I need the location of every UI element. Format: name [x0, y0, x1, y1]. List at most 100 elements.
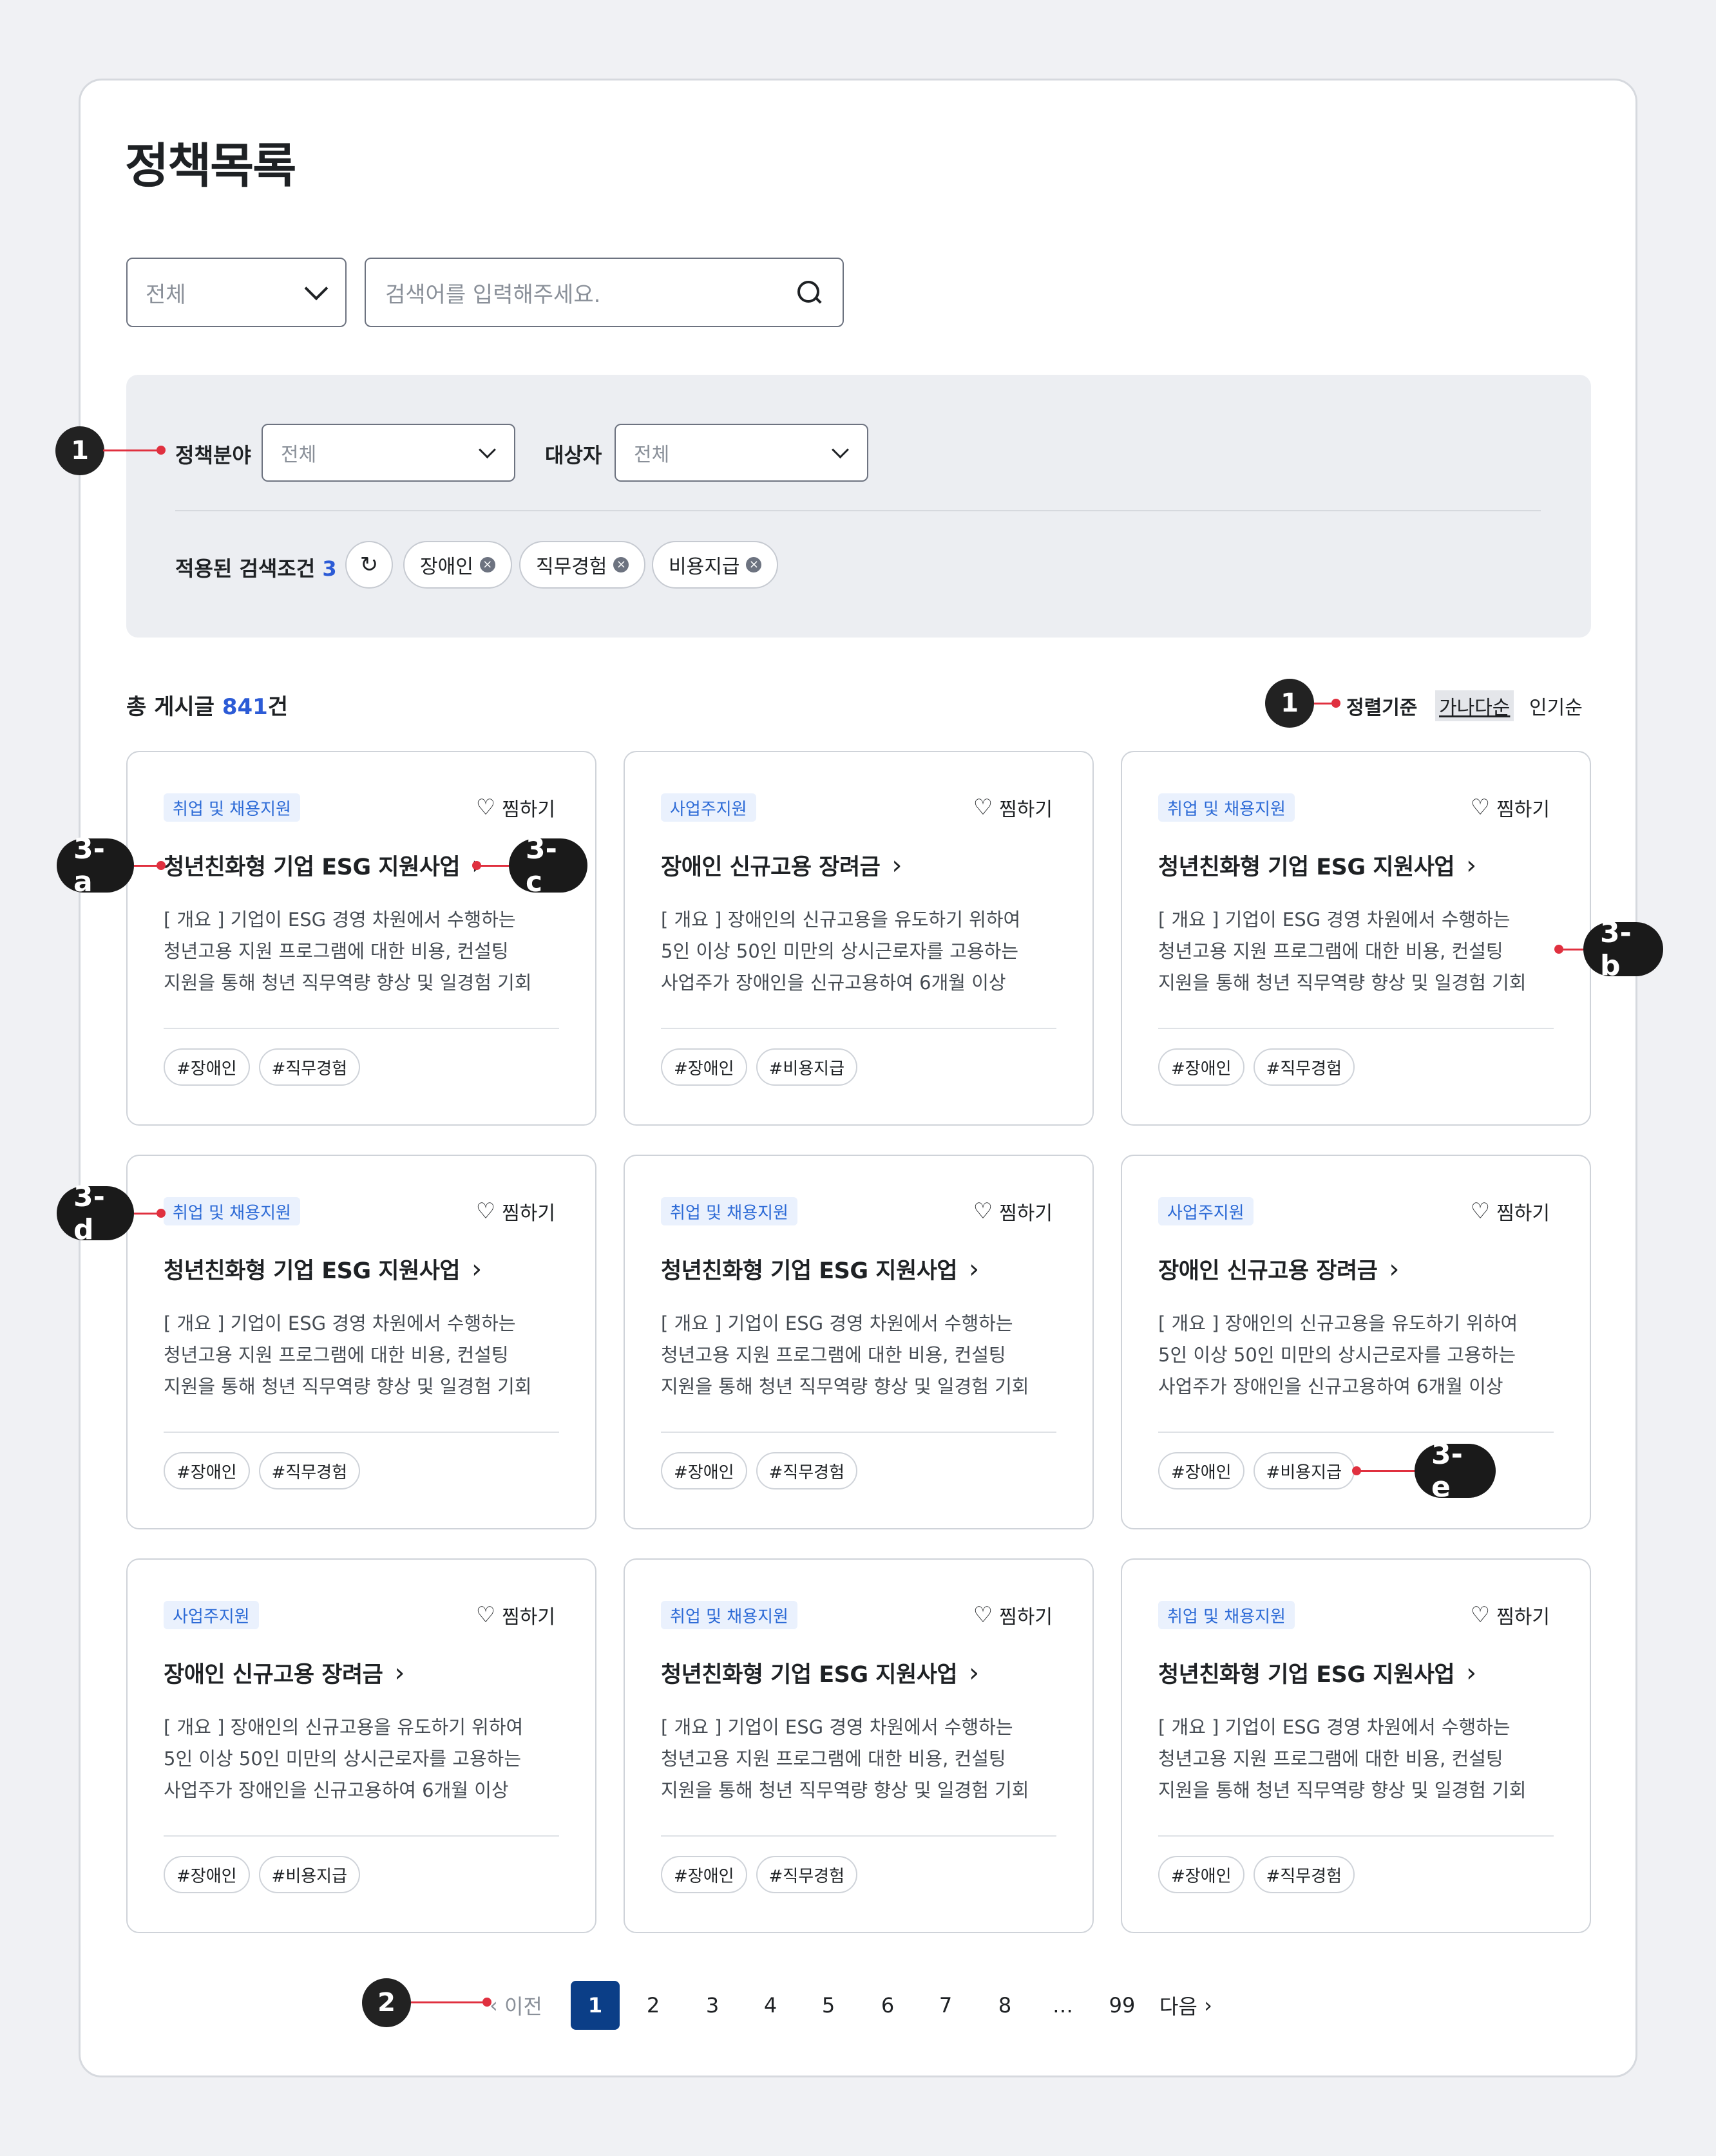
reset-filters-button[interactable]: ↻ — [345, 541, 393, 589]
card-description: [ 개요 ] 기업이 ESG 경영 차원에서 수행하는 청년고용 지원 프로그램… — [164, 1312, 532, 1397]
hashtag[interactable]: #비용지급 — [756, 1048, 858, 1086]
card-title-link[interactable]: 청년친화형 기업 ESG 지원사업› — [164, 849, 482, 882]
hashtag[interactable]: #비용지급 — [258, 1856, 361, 1893]
page-number-button[interactable]: 3 — [688, 1981, 737, 2030]
card-title: 청년친화형 기업 ESG 지원사업 — [1158, 1662, 1455, 1688]
hashtag[interactable]: #장애인 — [164, 1856, 250, 1893]
total-suffix: 건 — [267, 694, 289, 720]
hashtag[interactable]: #장애인 — [164, 1452, 250, 1489]
filter-chip[interactable]: 장애인 × — [403, 541, 512, 589]
favorite-button[interactable]: ♡ 찜하기 — [476, 1601, 555, 1629]
favorite-label: 찜하기 — [1496, 799, 1550, 821]
filter-divider — [175, 510, 1541, 511]
hashtag[interactable]: #직무경험 — [756, 1452, 858, 1489]
prev-page-button[interactable]: ‹ 이전 — [490, 1981, 542, 2030]
hashtag-list: #장애인 #직무경험 — [661, 1452, 858, 1489]
page-number-button[interactable]: 8 — [980, 1981, 1029, 2030]
policy-card[interactable]: 취업 및 채용지원♡찜하기청년친화형 기업 ESG 지원사업›[ 개요 ] 기업… — [624, 1155, 1094, 1529]
annotation-badge-card-title: 3-a — [57, 833, 134, 898]
category-select[interactable]: 전체 — [126, 258, 347, 327]
card-description: [ 개요 ] 기업이 ESG 경영 차원에서 수행하는 청년고용 지원 프로그램… — [661, 1716, 1029, 1801]
card-title-link[interactable]: 청년친화형 기업 ESG 지원사업› — [1158, 1656, 1476, 1689]
heart-icon: ♡ — [1470, 1602, 1491, 1628]
favorite-button[interactable]: ♡ 찜하기 — [973, 793, 1053, 822]
favorite-label: 찜하기 — [999, 1202, 1053, 1225]
page-ellipsis: … — [1053, 1993, 1073, 2018]
card-title-link[interactable]: 청년친화형 기업 ESG 지원사업› — [661, 1253, 979, 1285]
hashtag[interactable]: #직무경험 — [258, 1452, 361, 1489]
policy-card[interactable]: 취업 및 채용지원♡찜하기청년친화형 기업 ESG 지원사업›[ 개요 ] 기업… — [126, 1155, 596, 1529]
page-number-button[interactable]: 1 — [571, 1981, 620, 2030]
page-number-button[interactable]: 6 — [863, 1981, 912, 2030]
category-tag: 취업 및 채용지원 — [164, 793, 300, 822]
favorite-button[interactable]: ♡ 찜하기 — [476, 1197, 555, 1225]
page-number-button[interactable]: 5 — [804, 1981, 853, 2030]
favorite-button[interactable]: ♡ 찜하기 — [973, 1197, 1053, 1225]
favorite-button[interactable]: ♡ 찜하기 — [1471, 793, 1550, 822]
page-title: 정책목록 — [125, 138, 296, 194]
hashtag[interactable]: #장애인 — [1158, 1452, 1244, 1489]
hashtag[interactable]: #장애인 — [661, 1048, 747, 1086]
favorite-button[interactable]: ♡ 찜하기 — [973, 1601, 1053, 1629]
sort-label: 정렬기준 — [1346, 697, 1418, 719]
filter-chip[interactable]: 비용지급 × — [652, 541, 779, 589]
remove-chip-icon[interactable]: × — [746, 557, 762, 572]
hashtag-list: #장애인 #직무경험 — [1158, 1048, 1355, 1086]
favorite-button[interactable]: ♡ 찜하기 — [1471, 1601, 1550, 1629]
hashtag[interactable]: #장애인 — [661, 1856, 747, 1893]
hashtag[interactable]: #직무경험 — [1253, 1048, 1355, 1086]
page-number-button[interactable]: 2 — [629, 1981, 678, 2030]
card-title: 청년친화형 기업 ESG 지원사업 — [661, 1662, 958, 1688]
policy-card[interactable]: 사업주지원 ♡ 찜하기 장애인 신규고용 장려금 › [ 개요 ] 장애인의 신규고용을 … — [624, 751, 1094, 1126]
card-divider — [164, 1028, 559, 1029]
chevron-right-icon: › — [1197, 1993, 1212, 2018]
remove-chip-icon[interactable]: × — [479, 557, 495, 572]
policy-card[interactable]: 사업주지원 ♡ 찜하기 장애인 신규고용 장려금 › [ 개요 ] 장애인의 신규고용을 … — [126, 1558, 596, 1933]
annotation-dot — [472, 861, 481, 870]
filter-chip[interactable]: 직무경험 × — [519, 541, 646, 589]
applied-conditions-label: 적용된 검색조건 3 — [175, 553, 337, 582]
next-page-button[interactable]: 다음 › — [1159, 1981, 1212, 2030]
favorite-button[interactable]: ♡ 찜하기 — [1471, 1197, 1550, 1225]
policy-card[interactable]: 취업 및 채용지원♡찜하기청년친화형 기업 ESG 지원사업›[ 개요 ] 기업… — [624, 1558, 1094, 1933]
annotation-dot — [157, 446, 166, 455]
chevron-left-icon: ‹ — [490, 1993, 504, 2018]
card-divider — [1158, 1835, 1554, 1837]
page-number-button[interactable]: 4 — [746, 1981, 795, 2030]
page-number-button[interactable]: 7 — [921, 1981, 970, 2030]
hashtag[interactable]: #장애인 — [1158, 1856, 1244, 1893]
policy-card[interactable]: 취업 및 채용지원♡찜하기청년친화형 기업 ESG 지원사업›[ 개요 ] 기업… — [126, 751, 596, 1126]
target-select[interactable]: 전체 — [615, 424, 868, 482]
hashtag-list: #장애인 #비용지급 — [661, 1048, 858, 1086]
card-divider — [661, 1432, 1056, 1433]
policy-card[interactable]: 취업 및 채용지원♡찜하기청년친화형 기업 ESG 지원사업›[ 개요 ] 기업… — [1121, 751, 1591, 1126]
hashtag[interactable]: #직무경험 — [1253, 1856, 1355, 1893]
hashtag[interactable]: #장애인 — [661, 1452, 747, 1489]
card-title-link[interactable]: 청년친화형 기업 ESG 지원사업› — [661, 1656, 979, 1689]
search-input[interactable]: 검색어를 입력해주세요. — [365, 258, 844, 327]
hashtag[interactable]: #비용지급 — [1253, 1452, 1355, 1489]
card-title-link[interactable]: 장애인 신규고용 장려금 › — [661, 849, 902, 882]
sort-option-popular[interactable]: 인기순 — [1529, 692, 1583, 720]
hashtag[interactable]: #직무경험 — [258, 1048, 361, 1086]
card-title-link[interactable]: 장애인 신규고용 장려금 › — [1158, 1253, 1399, 1285]
favorite-button[interactable]: ♡ 찜하기 — [476, 793, 555, 822]
card-title-link[interactable]: 청년친화형 기업 ESG 지원사업 › — [164, 1253, 482, 1285]
annotation-dot — [482, 1998, 491, 2007]
remove-chip-icon[interactable]: × — [613, 557, 629, 572]
page-number-button[interactable]: 99 — [1098, 1981, 1147, 2030]
filter-panel — [126, 375, 1591, 638]
card-divider — [1158, 1432, 1554, 1433]
chevron-right-icon: › — [472, 1254, 482, 1284]
chip-label: 장애인 — [420, 556, 473, 578]
sort-option-alphabetical[interactable]: 가나다순 — [1435, 690, 1514, 721]
hashtag[interactable]: #장애인 — [1158, 1048, 1244, 1086]
card-title-link[interactable]: 장애인 신규고용 장려금 › — [164, 1656, 405, 1689]
hashtag[interactable]: #장애인 — [164, 1048, 250, 1086]
policy-card[interactable]: 취업 및 채용지원♡찜하기청년친화형 기업 ESG 지원사업›[ 개요 ] 기업… — [1121, 1558, 1591, 1933]
hashtag[interactable]: #직무경험 — [756, 1856, 858, 1893]
card-title-link[interactable]: 청년친화형 기업 ESG 지원사업› — [1158, 849, 1476, 882]
policy-field-select[interactable]: 전체 — [262, 424, 515, 482]
card-title: 청년친화형 기업 ESG 지원사업 — [164, 1258, 461, 1284]
search-icon[interactable] — [796, 279, 822, 305]
